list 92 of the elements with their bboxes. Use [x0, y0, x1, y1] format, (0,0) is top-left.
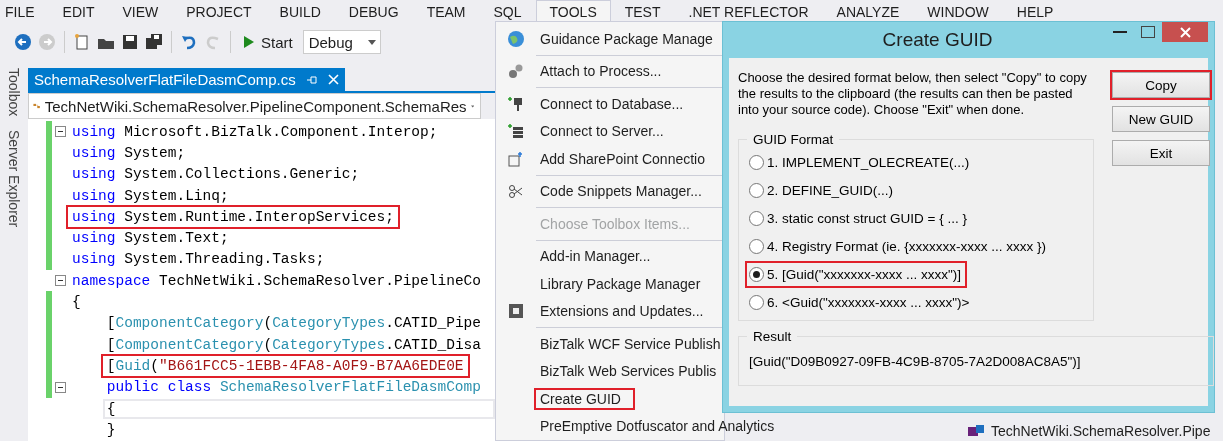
menu-item[interactable]: .NET REFLECTOR — [674, 0, 823, 22]
code-line: using System.Threading.Tasks; — [71, 250, 326, 270]
close-button[interactable] — [1162, 22, 1208, 42]
dialog-button[interactable]: Exit — [1112, 140, 1210, 166]
side-tab[interactable]: Toolbox — [6, 68, 22, 117]
side-tab[interactable]: Server Explorer — [6, 130, 22, 228]
collapse-icon — [54, 126, 66, 138]
menu-item[interactable]: Add SharePoint Connectio — [536, 149, 709, 168]
code-line: using System; — [71, 143, 187, 163]
dialog-button[interactable]: New GUID — [1112, 106, 1210, 132]
code-line: using System.Runtime.InteropServices; — [68, 206, 398, 227]
radio-button[interactable] — [749, 267, 764, 282]
code-line: [ComponentCategory(CategoryTypes.CATID_Pipe — [105, 314, 482, 334]
menu-item[interactable]: Add-in Manager... — [536, 247, 655, 266]
new-file-icon[interactable] — [73, 33, 91, 51]
plug-icon — [508, 95, 524, 112]
menu-item[interactable]: Guidance Package Manage — [536, 29, 717, 48]
group-title: Result — [752, 329, 793, 344]
minimize-icon — [1113, 31, 1127, 33]
menu-item[interactable]: SQL — [479, 0, 536, 22]
caret-icon — [367, 39, 376, 45]
start-button[interactable]: Start — [239, 33, 297, 51]
dialog-button[interactable]: Copy — [1112, 72, 1210, 98]
menu-item[interactable]: Extensions and Updates... — [536, 302, 708, 321]
code-line: [ComponentCategory(CategoryTypes.CATID_Disa — [105, 335, 482, 355]
play-icon — [243, 35, 255, 49]
code-line: public class SchemaResolverFlatFileDasmComp — [105, 378, 482, 398]
format-radio-option[interactable]: 6. <Guid("xxxxxxx-xxxx ... xxxx")> — [747, 291, 974, 314]
menu-item[interactable]: EDIT — [48, 0, 109, 22]
collapse-icon — [54, 275, 66, 287]
radio-button[interactable] — [749, 183, 764, 198]
pin-icon — [305, 73, 318, 86]
navigation-dropdown[interactable]: TechNetWiki.SchemaResolver.PipelineComponent.SchemaRes — [28, 93, 481, 119]
solution-explorer-item[interactable]: TechNetWiki.SchemaResolver.Pipe — [967, 421, 1211, 441]
menu-item[interactable]: Code Snippets Manager... — [536, 182, 706, 201]
caret-icon — [470, 103, 474, 109]
radio-button[interactable] — [749, 155, 764, 170]
menu-item[interactable]: Attach to Process... — [536, 62, 666, 81]
code-line: using Microsoft.BizTalk.Component.Interop; — [71, 122, 439, 142]
format-radio-option[interactable]: 5. [Guid("xxxxxxx-xxxx ... xxxx")] — [747, 263, 966, 286]
close-icon — [327, 74, 339, 85]
code-line: [Guid("B661FCC5-1EBB-4FA8-A0F9-B7AA6EDE0E — [102, 355, 468, 376]
radio-button[interactable] — [749, 211, 764, 226]
save-all-icon[interactable] — [145, 33, 163, 51]
code-line: { — [71, 293, 82, 312]
menu-item[interactable]: FILE — [0, 0, 49, 22]
code-line: namespace TechNetWiki.SchemaResolver.PipelineCo — [71, 271, 482, 291]
save-icon[interactable] — [121, 33, 139, 51]
menu-item[interactable]: PROJECT — [172, 0, 266, 22]
menu-item[interactable]: HELP — [1002, 0, 1068, 22]
format-radio-option[interactable]: 2. DEFINE_GUID(...) — [747, 179, 897, 202]
undo-icon[interactable] — [180, 33, 198, 51]
menu-item[interactable]: BizTalk Web Services Publis — [536, 362, 721, 381]
code-line: using System.Collections.Generic; — [71, 165, 361, 185]
project-icon — [967, 424, 985, 438]
menu-item[interactable]: WINDOW — [913, 0, 1003, 22]
maximize-icon — [1141, 26, 1155, 38]
result-text: [Guid("D09B0927-09FB-4C9B-8705-7A2D008AC8A5")] — [748, 353, 1082, 371]
menu-item[interactable]: DEBUG — [334, 0, 413, 22]
radio-button[interactable] — [749, 295, 764, 310]
back-icon[interactable] — [14, 33, 32, 51]
menu-item[interactable]: TOOLS — [535, 0, 611, 22]
dialog-title: Create GUID — [881, 29, 994, 51]
format-radio-option[interactable]: 4. Registry Format (ie. {xxxxxxx-xxxx ... xxxx }) — [747, 235, 1051, 258]
globe-icon — [507, 29, 525, 48]
server-icon — [508, 123, 524, 140]
group-title: GUID Format — [752, 132, 835, 147]
menu-item[interactable]: Library Package Manager — [536, 274, 705, 293]
menu-item[interactable]: Create GUID — [536, 389, 633, 408]
code-line: using System.Linq; — [71, 186, 230, 206]
menu-item[interactable]: Connect to Server... — [536, 122, 668, 141]
menu-item[interactable]: TEST — [610, 0, 675, 22]
collapse-icon — [54, 381, 66, 393]
menu-item[interactable]: PreEmptive Dotfuscator and Analytics — [536, 417, 779, 436]
file-tab[interactable]: SchemaResolverFlatFileDasmComp.cs — [28, 68, 345, 91]
menu-item[interactable]: Connect to Database... — [536, 94, 688, 113]
scissors-icon — [508, 183, 524, 200]
instructions-text: Choose the desired format below, then select "Copy" to copy the results to the clipboard (the results can then be pasted into your source code). Choose "Exit" when done. — [738, 70, 1088, 118]
format-radio-option[interactable]: 3. static const struct GUID = { ... } — [747, 207, 971, 230]
configuration-dropdown[interactable]: Debug — [302, 30, 381, 54]
menu-item[interactable]: VIEW — [108, 0, 173, 22]
menu-item[interactable]: ANALYZE — [822, 0, 914, 22]
close-icon — [1179, 26, 1191, 38]
menu-item[interactable]: TEAM — [412, 0, 480, 22]
file-tab-title: SchemaResolverFlatFileDasmComp.cs — [34, 71, 296, 88]
menu-item[interactable]: BUILD — [265, 0, 335, 22]
code-line: } — [105, 420, 117, 440]
extensions-icon — [508, 303, 524, 320]
format-radio-option[interactable]: 1. IMPLEMENT_OLECREATE(...) — [747, 151, 974, 174]
menu-item[interactable]: BizTalk WCF Service Publish — [536, 334, 725, 353]
radio-button[interactable] — [749, 239, 764, 254]
code-line: using System.Text; — [71, 229, 230, 249]
